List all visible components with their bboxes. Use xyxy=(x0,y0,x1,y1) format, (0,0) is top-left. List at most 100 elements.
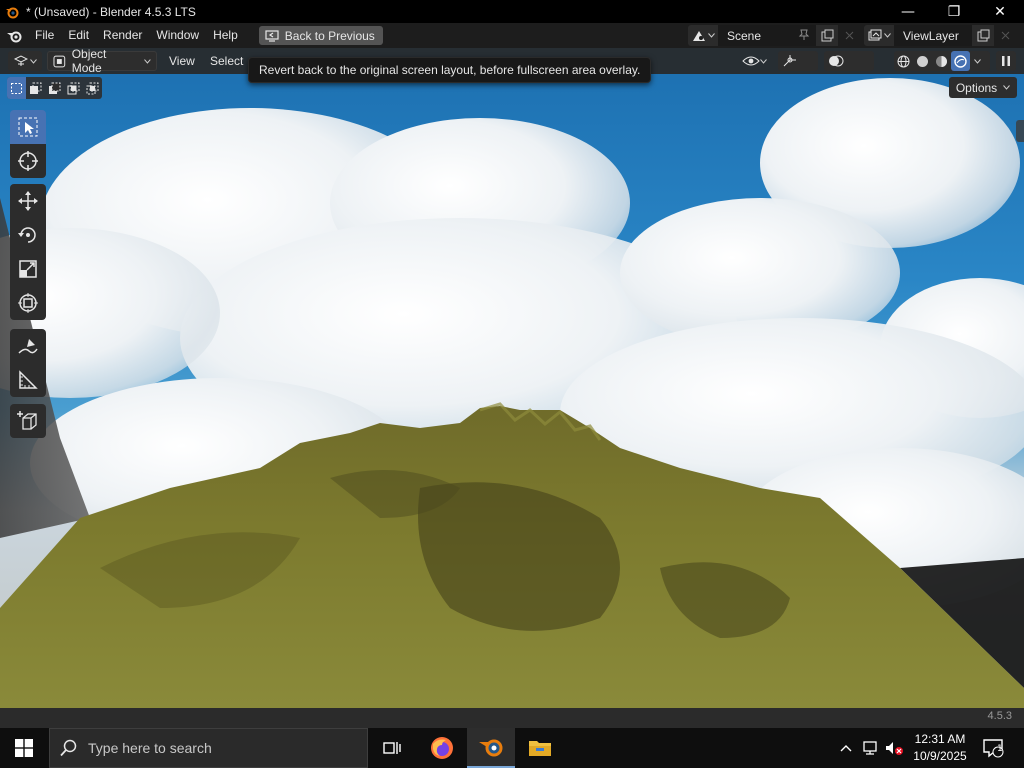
options-dropdown[interactable]: Options xyxy=(949,77,1017,98)
select-intersect-icon xyxy=(86,82,99,94)
scene-dropdown[interactable] xyxy=(688,25,718,46)
tool-select-box[interactable] xyxy=(10,110,46,144)
view-layer-name-field[interactable]: ViewLayer xyxy=(894,25,972,46)
gizmo-icon xyxy=(783,55,796,67)
options-label: Options xyxy=(955,80,998,95)
chevron-down-icon xyxy=(29,58,37,64)
task-view-icon xyxy=(383,742,401,754)
tool-cursor[interactable] xyxy=(10,144,46,178)
firefox-taskbar-button[interactable] xyxy=(418,728,466,768)
chevron-down-icon[interactable] xyxy=(974,58,981,64)
pin-icon[interactable] xyxy=(798,29,810,41)
chevron-up-icon xyxy=(840,745,852,752)
object-mode-dropdown[interactable]: Object Mode xyxy=(47,47,157,75)
menu-help[interactable]: Help xyxy=(206,23,245,48)
3d-viewport[interactable] xyxy=(0,48,1024,708)
menu-view[interactable]: View xyxy=(169,48,195,74)
minimize-button[interactable]: — xyxy=(885,0,931,23)
window-title: * (Unsaved) - Blender 4.5.3 LTS xyxy=(26,4,196,19)
task-view-button[interactable] xyxy=(368,728,416,768)
blender-taskbar-button[interactable] xyxy=(467,728,515,768)
blender-logo-icon xyxy=(4,4,20,20)
move-icon xyxy=(18,191,38,211)
start-button[interactable] xyxy=(0,728,48,768)
windows-icon xyxy=(15,739,33,757)
search-icon xyxy=(60,739,77,757)
network-tray-button[interactable] xyxy=(858,728,882,768)
material-icon xyxy=(936,55,947,67)
select-subtract-button[interactable] xyxy=(45,77,64,99)
pause-icon xyxy=(1002,56,1010,66)
tool-move[interactable] xyxy=(10,184,46,218)
notification-count: 1 xyxy=(997,744,1003,754)
volume-tray-button[interactable] xyxy=(882,728,906,768)
select-intersect-button[interactable] xyxy=(83,77,102,99)
solid-shading-button[interactable] xyxy=(913,51,932,71)
rendered-shading-button[interactable] xyxy=(951,51,970,71)
select-difference-button[interactable] xyxy=(64,77,83,99)
back-to-previous-button[interactable]: Back to Previous xyxy=(258,26,383,45)
close-button[interactable]: ✕ xyxy=(977,0,1023,23)
duplicate-icon xyxy=(977,29,989,42)
tool-rotate[interactable] xyxy=(10,218,46,252)
editor-type-dropdown[interactable] xyxy=(8,51,42,71)
object-mode-label: Object Mode xyxy=(71,47,107,75)
3d-view-icon xyxy=(13,55,28,66)
select-new-icon xyxy=(11,82,22,94)
taskbar-clock[interactable]: 12:31 AM 10/9/2025 xyxy=(906,731,974,765)
cursor-icon xyxy=(18,151,38,171)
material-shading-button[interactable] xyxy=(932,51,951,71)
select-subtract-icon xyxy=(49,82,61,94)
blender-menu-icon[interactable] xyxy=(0,23,28,48)
menu-file[interactable]: File xyxy=(28,23,61,48)
close-icon xyxy=(1001,31,1009,40)
maximize-button[interactable]: ❐ xyxy=(931,0,977,23)
render-layers-icon xyxy=(868,29,881,41)
menu-select[interactable]: Select xyxy=(210,48,243,74)
show-hidden-icons-button[interactable] xyxy=(836,728,856,768)
version-label: 4.5.3 xyxy=(987,710,1012,722)
wireframe-shading-button[interactable] xyxy=(894,51,913,71)
status-bar: 4.5.3 xyxy=(0,708,1024,728)
scale-icon xyxy=(19,260,37,278)
eye-icon xyxy=(742,56,760,66)
sidebar-toggle[interactable] xyxy=(1016,120,1024,142)
tool-transform[interactable] xyxy=(10,286,46,320)
shading-mode-group xyxy=(894,51,990,71)
transform-icon xyxy=(18,293,38,313)
tool-measure[interactable] xyxy=(10,363,46,397)
folder-icon xyxy=(529,741,551,756)
screen-back-icon xyxy=(265,29,279,42)
pause-render-button[interactable] xyxy=(996,51,1016,71)
taskbar-search[interactable]: Type here to search xyxy=(49,728,368,768)
delete-view-layer-button[interactable] xyxy=(994,25,1016,46)
scene-selector: Scene xyxy=(688,25,860,46)
measure-icon xyxy=(19,370,38,389)
menu-window[interactable]: Window xyxy=(149,23,206,48)
volume-muted-icon xyxy=(886,742,903,755)
gizmo-toggle[interactable] xyxy=(778,51,818,71)
select-extend-button[interactable] xyxy=(26,77,45,99)
solid-icon xyxy=(917,55,928,67)
scene-name-field[interactable]: Scene xyxy=(718,25,816,46)
menu-render[interactable]: Render xyxy=(96,23,149,48)
new-scene-button[interactable] xyxy=(816,25,838,46)
select-new-button[interactable] xyxy=(7,77,26,99)
notifications-button[interactable]: 1 xyxy=(978,728,1008,768)
chevron-down-icon xyxy=(883,33,891,38)
menu-edit[interactable]: Edit xyxy=(61,23,96,48)
new-view-layer-button[interactable] xyxy=(972,25,994,46)
tool-add-cube[interactable] xyxy=(10,404,46,438)
visibility-dropdown[interactable] xyxy=(742,51,774,71)
file-explorer-taskbar-button[interactable] xyxy=(516,728,564,768)
tool-annotate[interactable] xyxy=(10,329,46,363)
rotate-icon xyxy=(18,227,36,243)
annotate-icon xyxy=(18,339,38,354)
scene-icon xyxy=(692,31,705,41)
clock-time: 12:31 AM xyxy=(914,732,966,746)
tool-scale[interactable] xyxy=(10,252,46,286)
overlays-toggle[interactable] xyxy=(824,51,874,71)
delete-scene-button[interactable] xyxy=(838,25,860,46)
view-layer-dropdown[interactable] xyxy=(864,25,894,46)
windows-taskbar: Type here to search 12:31 AM 10/9/2025 1 xyxy=(0,728,1024,768)
